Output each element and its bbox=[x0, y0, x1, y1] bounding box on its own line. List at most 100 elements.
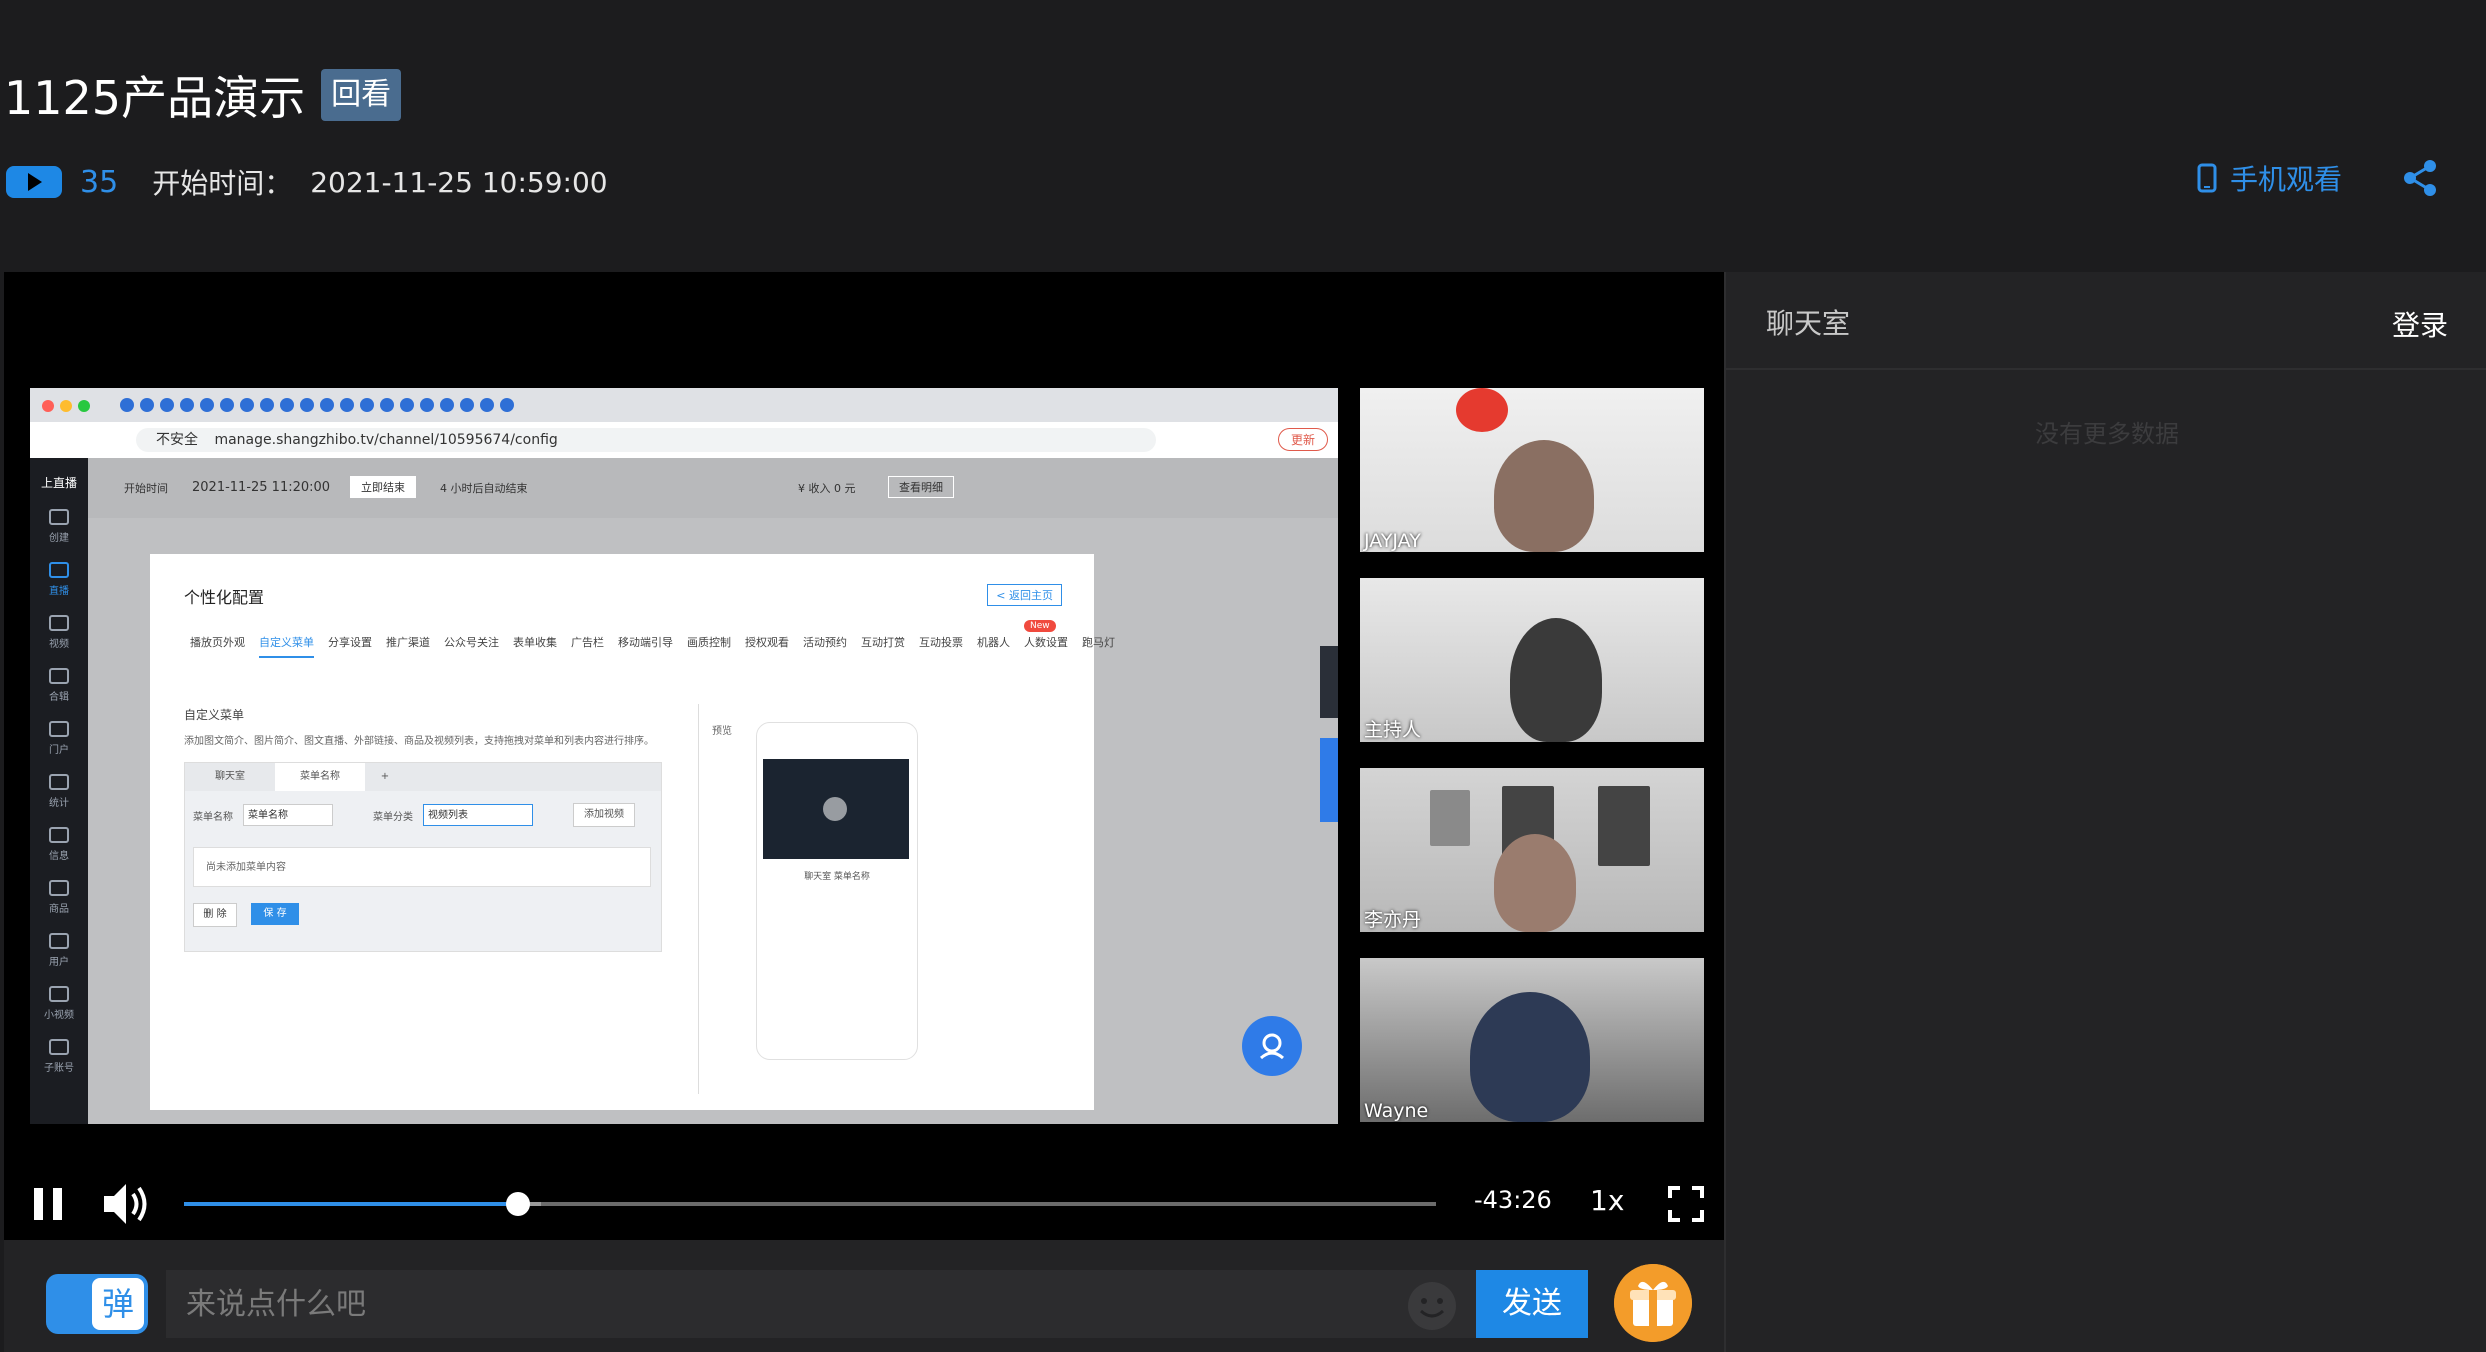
mobile-watch-link[interactable]: 手机观看 bbox=[2196, 158, 2342, 198]
browser-update-button: 更新 bbox=[1277, 428, 1328, 451]
feedback-side-tab bbox=[1320, 646, 1338, 718]
play-count-icon bbox=[6, 166, 62, 198]
sidebar-item-short-video: 小视频 bbox=[30, 986, 88, 1021]
app-sidebar: 上直播 创建 直播 视频 合辑 门户 统计 信息 商品 用户 小视频 子账号 bbox=[30, 458, 88, 1124]
danmaku-toggle[interactable]: 弹 bbox=[46, 1274, 148, 1334]
shop-icon bbox=[49, 880, 69, 896]
progress-played bbox=[184, 1202, 519, 1206]
topbar-start-time: 2021-11-25 11:20:00 bbox=[192, 480, 331, 495]
share-icon[interactable] bbox=[2400, 158, 2440, 198]
participant-avatar bbox=[1494, 440, 1594, 552]
sidebar-item-label: 商品 bbox=[49, 904, 69, 915]
section-description: 添加图文简介、图片简介、图文直播、外部链接、商品及视频列表，支持拖拽对菜单和列表… bbox=[184, 736, 654, 747]
progress-knob[interactable] bbox=[506, 1192, 531, 1216]
config-tab: 机器人 bbox=[977, 636, 1010, 649]
tab-favicon-icon bbox=[300, 398, 314, 412]
shared-screen: 不安全 manage.shangzhibo.tv/channel/1059567… bbox=[30, 388, 1338, 1124]
time-remaining: -43:26 bbox=[1474, 1186, 1552, 1214]
portal-icon bbox=[49, 721, 69, 737]
live-replay-page: 1125产品演示 回看 35 开始时间： 2021-11-25 10:59:00… bbox=[0, 0, 2486, 1352]
config-tab: 跑马灯 bbox=[1082, 636, 1115, 649]
sidebar-item-label: 门户 bbox=[49, 745, 69, 756]
sidebar-item-label: 合辑 bbox=[49, 692, 69, 703]
view-count: 35 bbox=[80, 164, 119, 200]
send-button[interactable]: 发送 bbox=[1476, 1270, 1588, 1338]
browser-tab-bar bbox=[30, 388, 1338, 422]
tab-favicon-icon bbox=[280, 398, 294, 412]
sidebar-item-label: 创建 bbox=[49, 533, 69, 544]
participant-tile: 李亦丹 bbox=[1360, 768, 1704, 932]
video-player[interactable]: 不安全 manage.shangzhibo.tv/channel/1059567… bbox=[4, 272, 1724, 1240]
album-icon bbox=[49, 668, 69, 684]
pause-icon[interactable] bbox=[30, 1184, 66, 1224]
menu-name-field: 菜单名称 bbox=[243, 804, 333, 826]
participant-avatar bbox=[1470, 992, 1590, 1122]
login-button[interactable]: 登录 bbox=[2392, 304, 2448, 344]
app-logo: 上直播 bbox=[40, 476, 77, 490]
short-video-icon bbox=[49, 986, 69, 1002]
topbar-auto-end: 4 小时后自动结束 bbox=[440, 482, 528, 495]
menu-type-label: 菜单分类 bbox=[373, 811, 413, 823]
config-tab: 表单收集 bbox=[513, 636, 557, 649]
config-tabs: 播放页外观 自定义菜单 分享设置 推广渠道 公众号关注 表单收集 广告栏 移动端… bbox=[190, 634, 1115, 658]
player-controls: -43:26 1x bbox=[4, 1172, 1724, 1240]
start-time-label: 开始时间： bbox=[152, 167, 293, 200]
sidebar-item-user: 用户 bbox=[30, 933, 88, 968]
playback-speed-button[interactable]: 1x bbox=[1590, 1184, 1624, 1217]
tab-favicon-icon bbox=[500, 398, 514, 412]
wall-picture bbox=[1430, 790, 1470, 846]
balloon-decoration bbox=[1456, 388, 1508, 432]
tab-favicon-icon bbox=[320, 398, 334, 412]
participant-avatar bbox=[1510, 618, 1602, 742]
emoji-icon[interactable] bbox=[1406, 1280, 1458, 1332]
tab-favicon-icon bbox=[420, 398, 434, 412]
topbar-start-label: 开始时间 bbox=[124, 482, 168, 495]
live-icon bbox=[49, 562, 69, 578]
sidebar-item-stats: 统计 bbox=[30, 774, 88, 809]
maximize-dot-icon bbox=[78, 400, 90, 412]
sidebar-item-info: 信息 bbox=[30, 827, 88, 862]
fullscreen-icon[interactable] bbox=[1666, 1184, 1706, 1224]
topbar-end-button: 立即结束 bbox=[350, 476, 416, 498]
progress-bar[interactable] bbox=[184, 1192, 1436, 1216]
title-row: 1125产品演示 回看 bbox=[4, 60, 402, 130]
menu-type-select: 视频列表 bbox=[423, 804, 533, 826]
participant-name: 主持人 bbox=[1364, 719, 1422, 741]
menu-empty-state: 尚未添加菜单内容 bbox=[193, 847, 651, 887]
sidebar-item-label: 信息 bbox=[49, 851, 69, 862]
config-tab: 广告栏 bbox=[571, 636, 604, 649]
helper-fab bbox=[1242, 1016, 1302, 1076]
tab-favicon-icon bbox=[440, 398, 454, 412]
tab-favicon-icon bbox=[160, 398, 174, 412]
sidebar-item-label: 子账号 bbox=[44, 1063, 74, 1074]
volume-icon[interactable] bbox=[100, 1180, 152, 1228]
config-tab: 互动打赏 bbox=[861, 636, 905, 649]
url-field: 不安全 manage.shangzhibo.tv/channel/1059567… bbox=[136, 428, 1156, 452]
new-badge: New bbox=[1024, 620, 1056, 632]
play-icon bbox=[823, 797, 847, 821]
config-tab: 画质控制 bbox=[687, 636, 731, 649]
tab-favicon-icon bbox=[220, 398, 234, 412]
phone-icon bbox=[2197, 163, 2217, 193]
chat-title: 聊天室 bbox=[1766, 307, 1851, 340]
tab-favicon-icon bbox=[400, 398, 414, 412]
sidebar-item-live: 直播 bbox=[30, 562, 88, 597]
tab-favicon-icon bbox=[380, 398, 394, 412]
user-icon bbox=[49, 933, 69, 949]
browser-tabs bbox=[120, 398, 514, 412]
card-back-link: < 返回主页 bbox=[987, 584, 1062, 606]
chat-message-input[interactable] bbox=[166, 1270, 1476, 1338]
gift-icon[interactable] bbox=[1614, 1264, 1692, 1342]
sidebar-item-label: 直播 bbox=[49, 586, 69, 597]
participant-tile: JAYJAY bbox=[1360, 388, 1704, 552]
sidebar-item-label: 视频 bbox=[49, 639, 69, 650]
add-video-button: 添加视频 bbox=[573, 803, 635, 827]
tab-favicon-icon bbox=[260, 398, 274, 412]
participant-tile: Wayne bbox=[1360, 958, 1704, 1122]
tab-favicon-icon bbox=[480, 398, 494, 412]
menu-name-label: 菜单名称 bbox=[193, 811, 233, 823]
plus-icon bbox=[49, 509, 69, 525]
browser-address-bar: 不安全 manage.shangzhibo.tv/channel/1059567… bbox=[30, 422, 1338, 459]
service-side-tab bbox=[1320, 738, 1338, 822]
config-tab: 分享设置 bbox=[328, 636, 372, 649]
